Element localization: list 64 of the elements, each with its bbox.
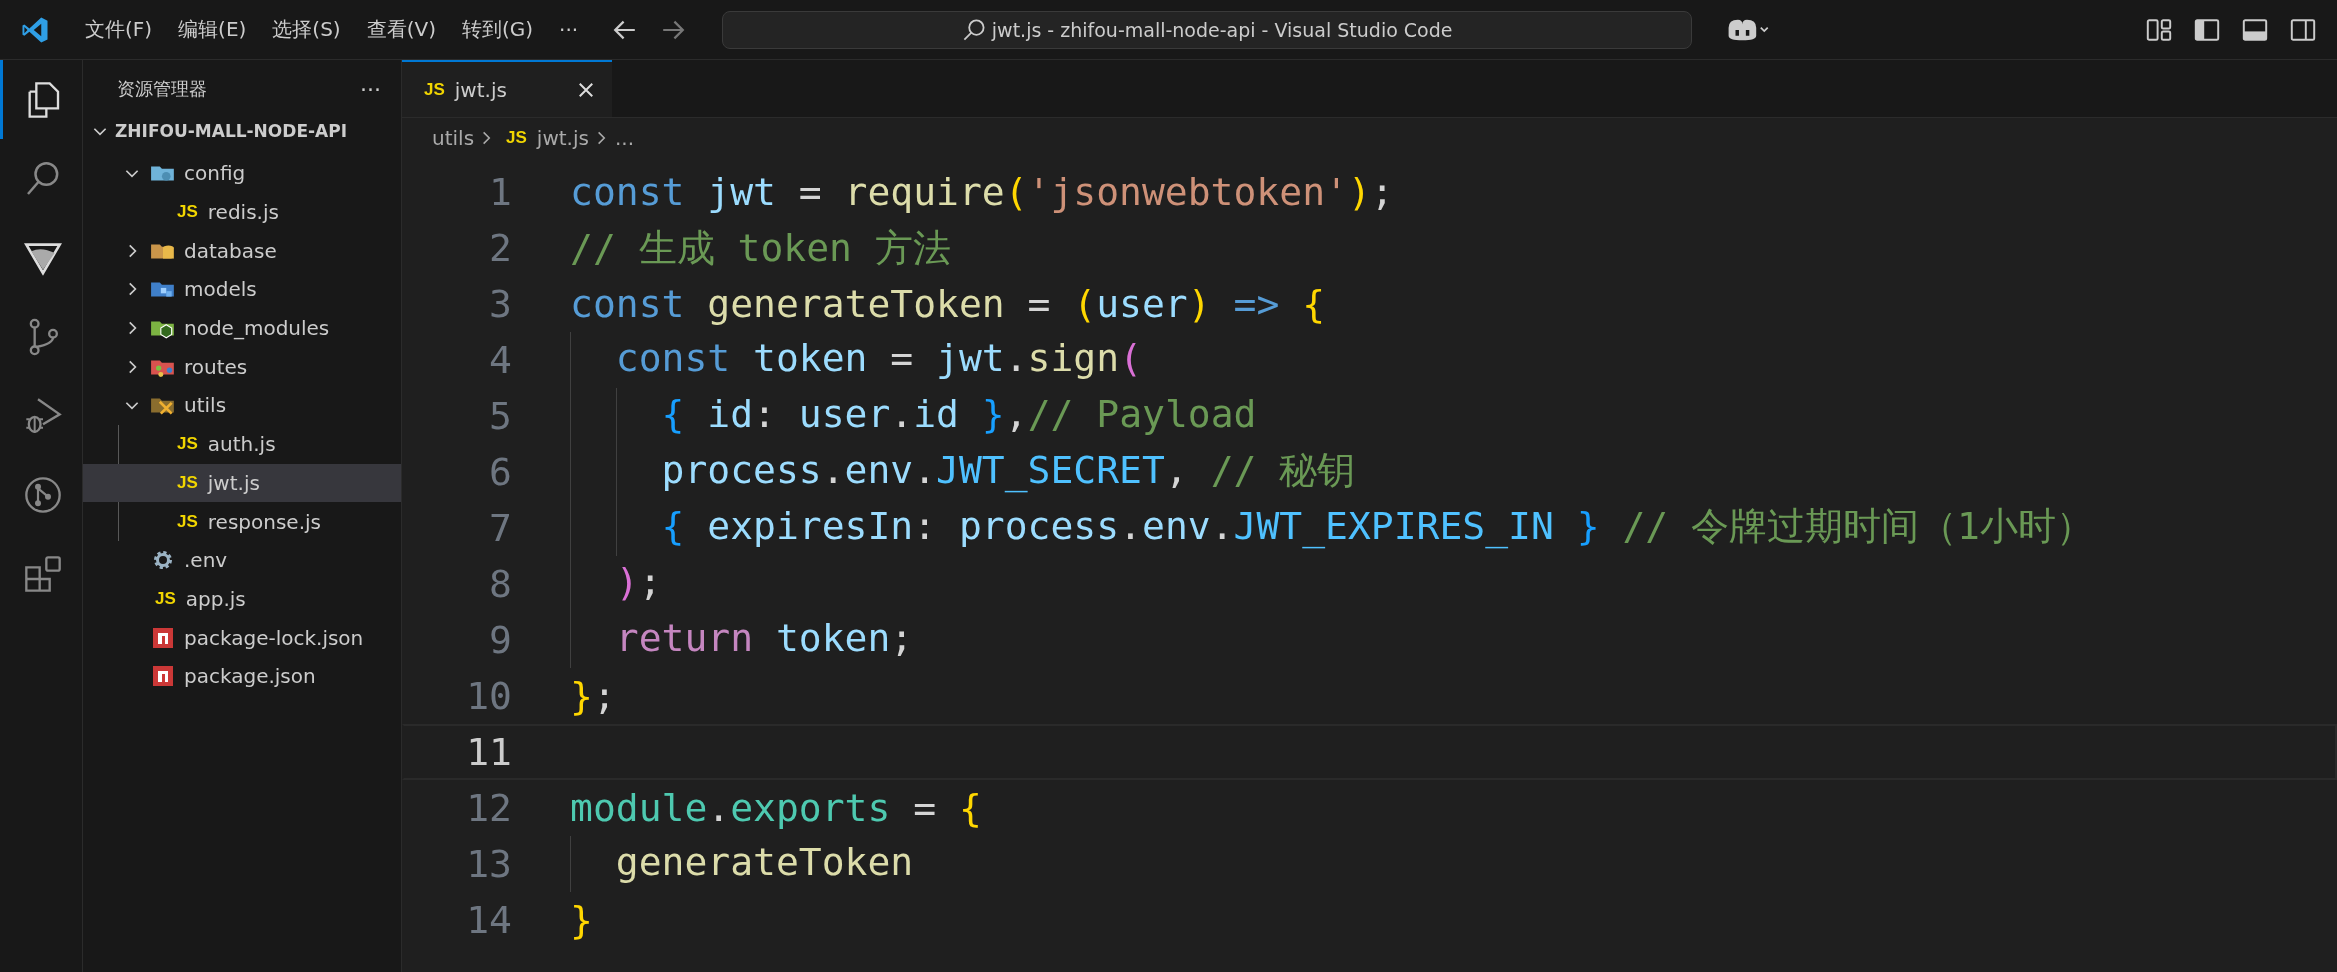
line-number: 11 — [465, 730, 512, 774]
tree-item[interactable]: utils — [83, 386, 401, 425]
tree-item[interactable]: JS redis.js — [83, 192, 401, 232]
line-number: 8 — [488, 562, 512, 606]
extensions-icon[interactable] — [22, 553, 63, 594]
tree-item[interactable]: package.json — [83, 656, 401, 696]
more-actions[interactable]: ··· — [360, 76, 381, 102]
tree-item[interactable]: JS jwt.js — [83, 463, 401, 503]
line-number: 12 — [465, 786, 512, 830]
menu-item[interactable]: 转到(G) — [448, 16, 547, 43]
menu-item[interactable]: 查看(V) — [353, 16, 449, 43]
project-header[interactable]: ZHIFOU-MALL-NODE-API — [83, 118, 401, 144]
search-icon — [961, 17, 986, 42]
npm-icon — [150, 625, 176, 650]
tree-item[interactable]: JS app.js — [83, 579, 401, 619]
code-line: // 生成 token 方法 — [570, 224, 951, 272]
line-number: 1 — [488, 170, 512, 214]
js-file-icon: JS — [177, 511, 198, 532]
line-number: 10 — [465, 674, 512, 718]
tree-item[interactable]: package-lock.json — [83, 618, 401, 657]
sidebar-title: 资源管理器 — [117, 77, 207, 101]
line-number: 6 — [488, 450, 512, 494]
more-menu[interactable]: ··· — [546, 17, 592, 42]
code-line: module.exports = { — [570, 786, 982, 830]
code-line: return token; — [570, 612, 914, 668]
tree-item[interactable]: .env — [83, 540, 401, 580]
code-line: const token = jwt.sign( — [570, 332, 1142, 388]
npm-icon — [150, 664, 176, 689]
js-file-icon: JS — [177, 202, 198, 223]
code-line: { id: user.id },// Payload — [570, 388, 1257, 444]
tree-item[interactable]: routes — [83, 347, 401, 387]
code-line: process.env.JWT_SECRET, // 秘钥 — [570, 444, 1356, 500]
code-line: generateToken — [570, 836, 914, 892]
line-number: 5 — [488, 394, 512, 438]
line-number: 4 — [488, 338, 512, 382]
tree-item[interactable]: models — [83, 270, 401, 309]
breadcrumb-item[interactable]: ... — [614, 126, 635, 150]
line-number: 9 — [488, 618, 512, 662]
js-file-icon: JS — [177, 472, 198, 493]
editor-tab[interactable]: JS jwt.js — [402, 60, 612, 117]
menu-item[interactable]: 编辑(E) — [165, 16, 260, 43]
git-graph-icon[interactable] — [22, 474, 63, 515]
code-line: } — [570, 898, 593, 942]
code-line: const generateToken = (user) => { — [570, 282, 1326, 326]
breadcrumb-item[interactable]: utils — [432, 126, 475, 150]
js-file-icon: JS — [155, 588, 176, 609]
line-number: 2 — [488, 226, 512, 270]
tree-item[interactable]: config — [83, 154, 401, 193]
breadcrumb-item[interactable]: jwt.js — [536, 126, 589, 150]
command-center[interactable]: jwt.js - zhifou-mall-node-api - Visual Studio Code — [722, 10, 1693, 49]
menu-item[interactable]: 文件(F) — [72, 16, 166, 43]
js-file-icon: JS — [177, 434, 198, 455]
line-number: 7 — [488, 506, 512, 550]
window-title: jwt.js - zhifou-mall-node-api - Visual Studio Code — [991, 18, 1453, 41]
code-line: { expiresIn: process.env.JWT_EXPIRES_IN } // 令牌过期时间（1小时） — [570, 500, 2094, 556]
line-number: 3 — [488, 282, 512, 326]
js-file-icon: JS — [506, 128, 527, 148]
tree-item[interactable]: node_modules — [83, 308, 401, 348]
code-line: const jwt = require('jsonwebtoken'); — [570, 170, 1394, 214]
line-number: 14 — [465, 898, 512, 942]
code-line: }; — [570, 674, 616, 718]
menu-item[interactable]: 选择(S) — [259, 16, 354, 43]
line-number: 13 — [465, 842, 512, 886]
tree-item[interactable]: database — [83, 231, 401, 271]
